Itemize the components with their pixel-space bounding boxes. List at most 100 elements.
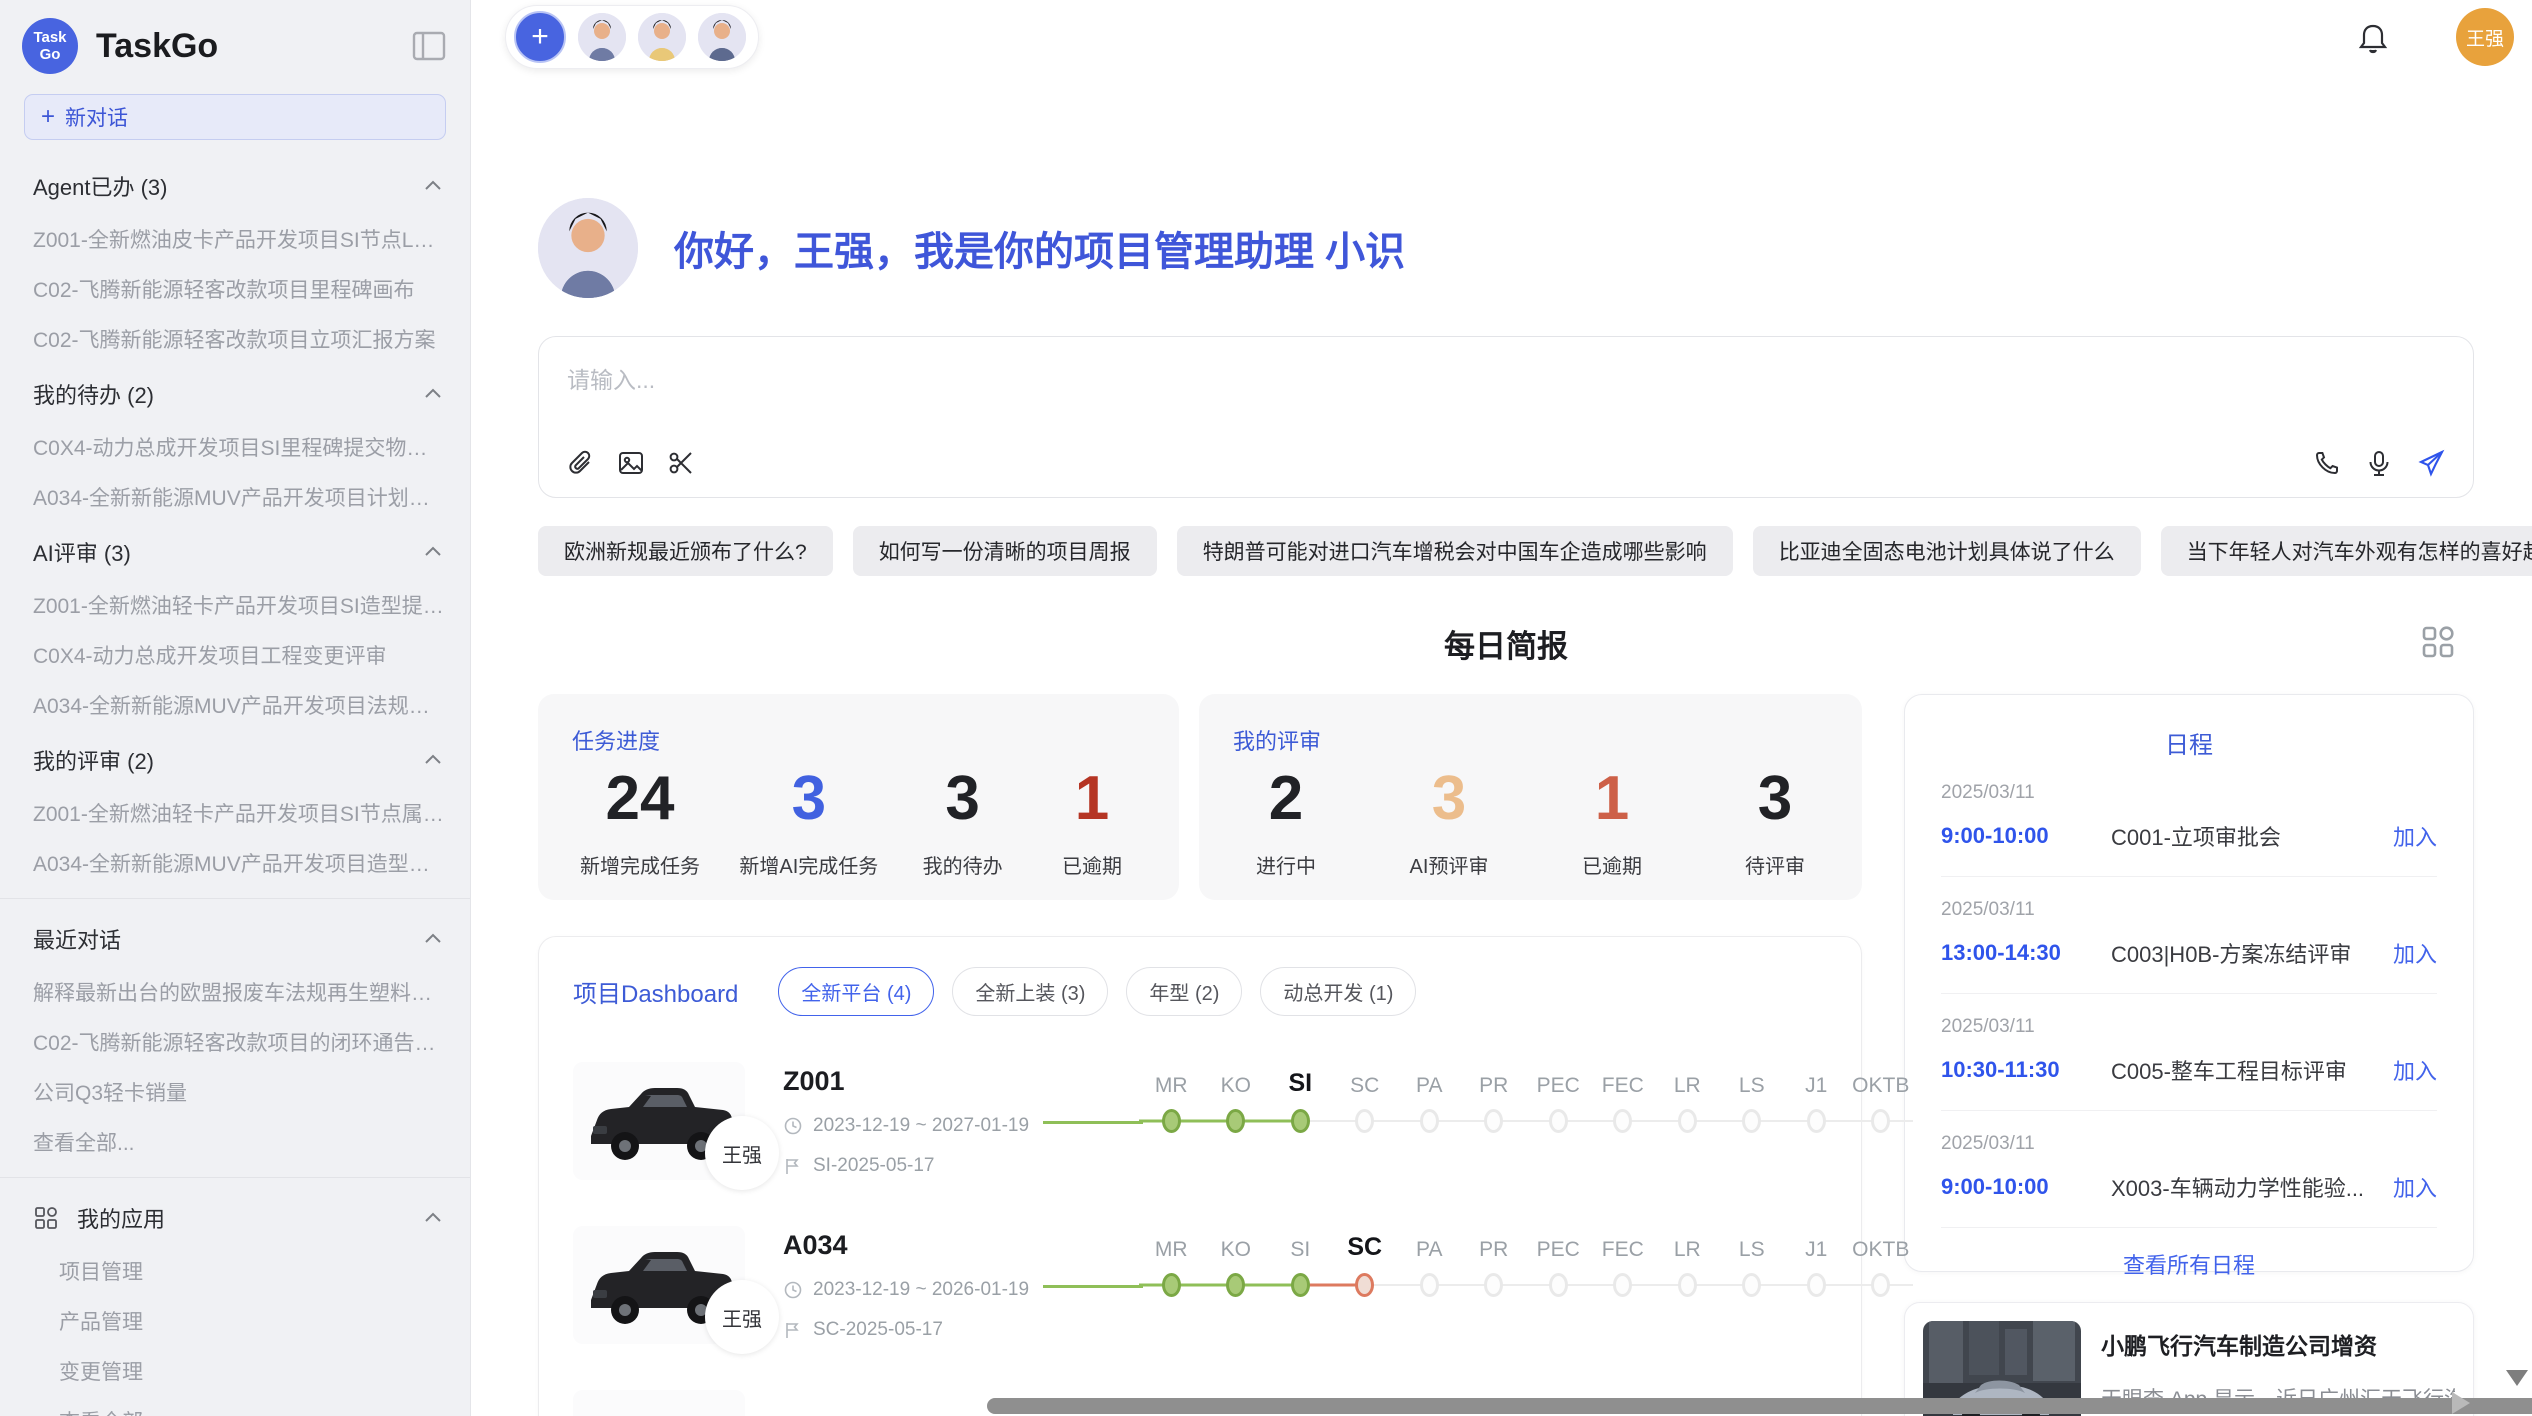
sidebar-task-item[interactable]: A034-全新新能源MUV产品开发项目法规符合性评审 bbox=[0, 680, 470, 730]
suggestion-chip[interactable]: 如何写一份清晰的项目周报 bbox=[853, 526, 1157, 576]
app-logo-text-top: Task bbox=[33, 29, 66, 46]
suggestion-chip[interactable]: 比亚迪全固态电池计划具体说了什么 bbox=[1753, 526, 2141, 576]
briefing-header: 每日简报 bbox=[538, 620, 2474, 666]
event-join-link[interactable]: 加入 bbox=[2393, 820, 2437, 852]
milestone-dot[interactable] bbox=[1420, 1109, 1439, 1133]
event-join-link[interactable]: 加入 bbox=[2393, 1171, 2437, 1203]
sidebar-section-header[interactable]: 我的评审 (2) bbox=[0, 730, 470, 788]
chevron-up-icon[interactable] bbox=[422, 383, 444, 405]
agent-avatar-1[interactable] bbox=[578, 13, 626, 61]
sidebar-task-item[interactable]: C0X4-动力总成开发项目工程变更评审 bbox=[0, 630, 470, 680]
chevron-up-icon[interactable] bbox=[422, 749, 444, 771]
my-apps-item[interactable]: 查看全部... bbox=[0, 1396, 470, 1416]
horizontal-scrollbar-track[interactable] bbox=[987, 1398, 2392, 1414]
my-apps-item[interactable]: 产品管理 bbox=[0, 1296, 470, 1346]
event-join-link[interactable]: 加入 bbox=[2393, 937, 2437, 969]
main-content: 你好，王强，我是你的项目管理助理 小识 欧洲新规最近颁布了什么?如何写一份清晰的… bbox=[471, 198, 2532, 1416]
milestone-dot[interactable] bbox=[1484, 1109, 1503, 1133]
collapse-sidebar-icon[interactable] bbox=[412, 31, 446, 61]
recent-chat-item[interactable]: 公司Q3轻卡销量 bbox=[0, 1067, 470, 1117]
scroll-right-arrow-icon[interactable] bbox=[2452, 1392, 2470, 1414]
milestone-dot[interactable] bbox=[1613, 1109, 1632, 1133]
stat-label: 已逾期 bbox=[1062, 850, 1122, 879]
project-image-partial bbox=[573, 1390, 745, 1416]
sidebar-task-item[interactable]: Z001-全新燃油轻卡产品开发项目SI节点属性5D文件评审 bbox=[0, 788, 470, 838]
add-agent-button[interactable]: + bbox=[514, 11, 566, 63]
suggestion-chip[interactable]: 欧洲新规最近颁布了什么? bbox=[538, 526, 833, 576]
milestone-dot[interactable] bbox=[1678, 1109, 1697, 1133]
scroll-down-arrow-icon[interactable] bbox=[2506, 1370, 2528, 1386]
suggestion-chip[interactable]: 当下年轻人对汽车外观有怎样的喜好趋势 bbox=[2161, 526, 2532, 576]
chevron-up-icon[interactable] bbox=[422, 1207, 444, 1229]
scissors-icon[interactable] bbox=[667, 449, 695, 477]
agent-avatar-2[interactable] bbox=[638, 13, 686, 61]
dashboard-filter-pill[interactable]: 年型 (2) bbox=[1126, 967, 1242, 1016]
view-all-chats-link[interactable]: 查看全部... bbox=[0, 1117, 470, 1167]
milestone-label: OKTB bbox=[1852, 1226, 1909, 1262]
milestone-dot[interactable] bbox=[1678, 1273, 1697, 1297]
sidebar-section-header[interactable]: Agent已办 (3) bbox=[0, 156, 470, 214]
sidebar-task-item[interactable]: A034-全新新能源MUV产品开发项目计划变更表编写 bbox=[0, 472, 470, 522]
milestone-dot[interactable] bbox=[1226, 1109, 1245, 1133]
milestone-label: SI bbox=[1288, 1062, 1312, 1098]
milestone-dot[interactable] bbox=[1162, 1109, 1181, 1133]
recent-chats-header[interactable]: 最近对话 bbox=[0, 909, 470, 967]
notification-bell-icon[interactable] bbox=[2357, 22, 2389, 56]
suggestion-chip[interactable]: 特朗普可能对进口汽车增税会对中国车企造成哪些影响 bbox=[1177, 526, 1733, 576]
recent-chat-item[interactable]: C02-飞腾新能源轻客改款项目的闭环通告反馈情况 bbox=[0, 1017, 470, 1067]
event-row: 13:00-14:30C003|H0B-方案冻结评审加入 bbox=[1941, 937, 2437, 969]
sidebar-task-item[interactable]: C02-飞腾新能源轻客改款项目里程碑画布 bbox=[0, 264, 470, 314]
my-apps-item[interactable]: 项目管理 bbox=[0, 1246, 470, 1296]
sidebar-task-item[interactable]: A034-全新新能源MUV产品开发项目造型可行性评审 bbox=[0, 838, 470, 888]
milestone-dot[interactable] bbox=[1291, 1109, 1310, 1133]
milestone-dot[interactable] bbox=[1355, 1109, 1374, 1133]
event-date: 2025/03/11 bbox=[1941, 782, 2437, 804]
milestone-dot[interactable] bbox=[1420, 1273, 1439, 1297]
attachment-icon[interactable] bbox=[567, 449, 595, 477]
project-row: 王强A0342023-12-19 ~ 2026-01-19SC-2025-05-… bbox=[573, 1226, 1827, 1344]
milestone-dot[interactable] bbox=[1291, 1273, 1310, 1297]
sidebar-task-item[interactable]: Z001-全新燃油皮卡产品开发项目SI节点Lesson Learn报告 bbox=[0, 214, 470, 264]
chevron-up-icon[interactable] bbox=[422, 541, 444, 563]
sidebar-task-item[interactable]: C0X4-动力总成开发项目SI里程碑提交物检查 bbox=[0, 422, 470, 472]
milestone-dot[interactable] bbox=[1484, 1273, 1503, 1297]
send-icon[interactable] bbox=[2417, 449, 2445, 477]
milestone-dot[interactable] bbox=[1549, 1109, 1568, 1133]
chevron-up-icon[interactable] bbox=[422, 928, 444, 950]
milestone-dot[interactable] bbox=[1549, 1273, 1568, 1297]
user-avatar[interactable]: 王强 bbox=[2456, 8, 2514, 66]
milestone-dot[interactable] bbox=[1742, 1273, 1761, 1297]
mic-icon[interactable] bbox=[2365, 449, 2393, 477]
milestone-dot[interactable] bbox=[1807, 1273, 1826, 1297]
new-chat-button[interactable]: + 新对话 bbox=[24, 94, 446, 140]
dashboard-filter-pill[interactable]: 全新平台 (4) bbox=[778, 967, 934, 1016]
view-all-schedule-link[interactable]: 查看所有日程 bbox=[1941, 1248, 2437, 1280]
recent-chat-item[interactable]: 解释最新出台的欧盟报废车法规再生塑料比例被调至15%... bbox=[0, 967, 470, 1017]
dashboard-filter-pill[interactable]: 动总开发 (1) bbox=[1260, 967, 1416, 1016]
milestone-dot[interactable] bbox=[1807, 1109, 1826, 1133]
image-icon[interactable] bbox=[617, 449, 645, 477]
milestone-dot[interactable] bbox=[1871, 1273, 1890, 1297]
milestone-dot[interactable] bbox=[1226, 1273, 1245, 1297]
agent-avatar-3[interactable] bbox=[698, 13, 746, 61]
milestone-dot[interactable] bbox=[1742, 1109, 1761, 1133]
milestone-dot[interactable] bbox=[1613, 1273, 1632, 1297]
sidebar-section-header[interactable]: AI评审 (3) bbox=[0, 522, 470, 580]
event-date: 2025/03/11 bbox=[1941, 899, 2437, 921]
sidebar-section-header[interactable]: 我的待办 (2) bbox=[0, 364, 470, 422]
horizontal-scrollbar-thumb[interactable] bbox=[987, 1398, 2532, 1414]
my-apps-item[interactable]: 变更管理 bbox=[0, 1346, 470, 1396]
event-join-link[interactable]: 加入 bbox=[2393, 1054, 2437, 1086]
sidebar-task-item[interactable]: C02-飞腾新能源轻客改款项目立项汇报方案 bbox=[0, 314, 470, 364]
layout-grid-icon[interactable] bbox=[2418, 622, 2458, 662]
project-dates: 2023-12-19 ~ 2026-01-19 bbox=[783, 1279, 1043, 1301]
sidebar-task-item[interactable]: Z001-全新燃油轻卡产品开发项目SI造型提交物评审 bbox=[0, 580, 470, 630]
milestone-dot[interactable] bbox=[1162, 1273, 1181, 1297]
my-apps-header[interactable]: 我的应用 bbox=[0, 1188, 470, 1246]
milestone-dot[interactable] bbox=[1871, 1109, 1890, 1133]
milestone-dot[interactable] bbox=[1355, 1273, 1374, 1297]
chat-input[interactable] bbox=[567, 361, 2445, 449]
dashboard-filter-pill[interactable]: 全新上装 (3) bbox=[952, 967, 1108, 1016]
chevron-up-icon[interactable] bbox=[422, 175, 444, 197]
phone-icon[interactable] bbox=[2313, 449, 2341, 477]
